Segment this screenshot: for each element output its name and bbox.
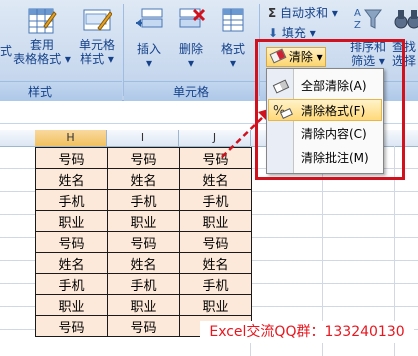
highlight-box — [255, 39, 405, 180]
watermark: Excel交流QQ群：133240130 — [200, 321, 414, 343]
